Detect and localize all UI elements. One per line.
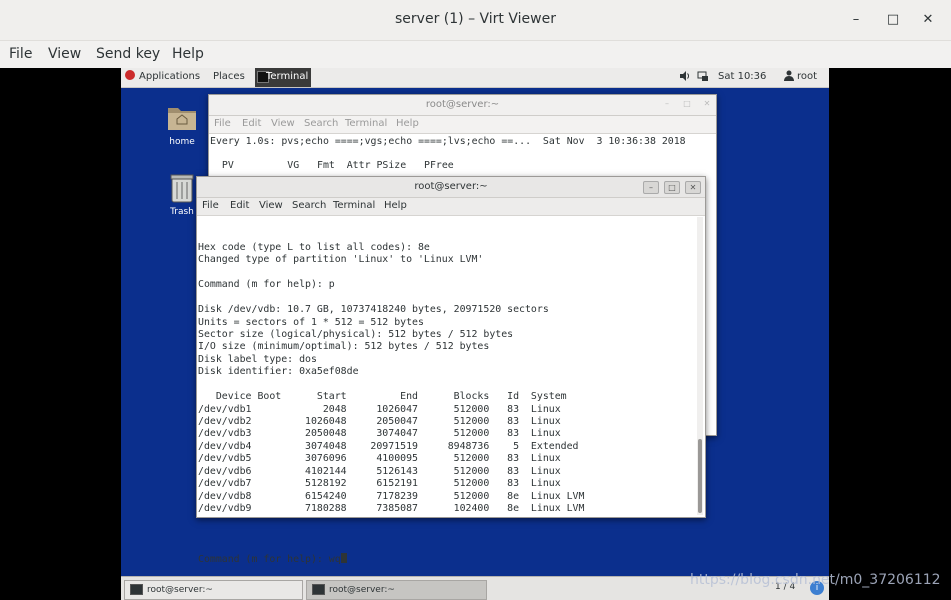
task-root-1[interactable]: root@server:~ bbox=[124, 580, 303, 600]
bg-minimize-icon[interactable]: – bbox=[661, 99, 673, 109]
fg-terminal-line: /dev/vdb7 5128192 6152191 512000 83 Linu… bbox=[198, 478, 561, 490]
home-desktop-icon[interactable]: home bbox=[157, 102, 207, 147]
fg-terminal-line: Disk identifier: 0xa5ef08de bbox=[198, 366, 359, 378]
fg-menu-file[interactable]: File bbox=[202, 200, 219, 211]
fg-terminal-line: I/O size (minimum/optimal): 512 bytes / … bbox=[198, 341, 490, 353]
fg-terminal-line: /dev/vdb6 4102144 5126143 512000 83 Linu… bbox=[198, 465, 561, 477]
terminal-app-label: Terminal bbox=[266, 71, 309, 82]
maximize-button[interactable]: □ bbox=[883, 10, 903, 30]
bg-terminal-output: Every 1.0s: pvs;echo ====;vgs;echo ====;… bbox=[209, 134, 716, 173]
fg-terminal-line: Hex code (type L to list all codes): 8e bbox=[198, 241, 430, 253]
bg-menu-search[interactable]: Search bbox=[304, 118, 338, 129]
volume-icon[interactable] bbox=[679, 70, 691, 85]
fg-menu-search[interactable]: Search bbox=[292, 200, 326, 211]
fg-terminal-line bbox=[198, 379, 696, 391]
gnome-top-bar: Applications Places Terminal Sat 10:36 r… bbox=[121, 68, 829, 88]
fg-terminal-line: /dev/vdb1 2048 1026047 512000 83 Linux bbox=[198, 403, 561, 415]
bg-maximize-icon[interactable]: □ bbox=[681, 99, 693, 109]
minimize-button[interactable]: – bbox=[846, 10, 866, 30]
fg-terminal-line: /dev/vdb3 2050048 3074047 512000 83 Linu… bbox=[198, 428, 561, 440]
home-label: home bbox=[169, 137, 195, 147]
bg-terminal-menubar: File Edit View Search Terminal Help bbox=[209, 116, 716, 134]
fg-terminal-prompt[interactable]: Command (m for help): wq bbox=[198, 552, 696, 566]
fg-prompt-text: Command (m for help): wq bbox=[198, 553, 341, 565]
fg-menu-view[interactable]: View bbox=[259, 200, 283, 211]
fg-terminal-line: Device Boot Start End Blocks Id System bbox=[198, 391, 567, 403]
fg-terminal-line bbox=[198, 267, 696, 279]
bg-terminal-line: PV VG Fmt Attr PSize PFree bbox=[210, 160, 454, 172]
terminal-icon bbox=[312, 584, 325, 595]
fg-terminal-line bbox=[198, 292, 696, 304]
foreground-terminal-window[interactable]: root@server:~ – □ ✕ File Edit View Searc… bbox=[196, 176, 706, 565]
folder-icon bbox=[168, 108, 196, 130]
window-title: server (1) – Virt Viewer bbox=[395, 11, 556, 27]
bg-terminal-line bbox=[210, 148, 716, 160]
fg-terminal-line: /dev/vdb9 7180288 7385087 102400 8e Linu… bbox=[198, 503, 585, 515]
fg-maximize-icon[interactable]: □ bbox=[664, 181, 680, 194]
menu-send-key[interactable]: Send key bbox=[96, 46, 160, 62]
window-titlebar: server (1) – Virt Viewer – □ ✕ bbox=[0, 0, 951, 41]
fg-scrollbar-thumb[interactable] bbox=[698, 439, 702, 513]
clock[interactable]: Sat 10:36 bbox=[718, 71, 766, 82]
trash-icon bbox=[170, 174, 194, 203]
fg-menu-help[interactable]: Help bbox=[384, 200, 407, 211]
fg-terminal-line bbox=[198, 516, 696, 528]
guest-desktop[interactable]: Applications Places Terminal Sat 10:36 r… bbox=[121, 68, 829, 600]
fg-terminal-line: /dev/vdb5 3076096 4100095 512000 83 Linu… bbox=[198, 453, 561, 465]
places-menu[interactable]: Places bbox=[213, 71, 245, 82]
fg-terminal-line: Units = sectors of 1 * 512 = 512 bytes bbox=[198, 316, 424, 328]
menu-help[interactable]: Help bbox=[172, 46, 204, 62]
fg-terminal-line: Command (m for help): p bbox=[198, 279, 335, 291]
menu-file[interactable]: File bbox=[9, 46, 32, 62]
fg-menu-terminal[interactable]: Terminal bbox=[333, 200, 375, 211]
network-icon[interactable] bbox=[697, 70, 709, 85]
bg-menu-edit[interactable]: Edit bbox=[242, 118, 261, 129]
applications-menu[interactable]: Applications bbox=[139, 71, 200, 82]
bg-menu-file[interactable]: File bbox=[214, 118, 231, 129]
fg-terminal-line: Disk label type: dos bbox=[198, 353, 317, 365]
task-label: root@server:~ bbox=[147, 585, 213, 595]
bg-terminal-line: Every 1.0s: pvs;echo ====;vgs;echo ====;… bbox=[210, 136, 686, 147]
fg-terminal-line: Changed type of partition 'Linux' to 'Li… bbox=[198, 254, 484, 266]
menu-view[interactable]: View bbox=[48, 46, 81, 62]
terminal-active-app[interactable]: Terminal bbox=[255, 68, 311, 87]
cursor bbox=[340, 552, 347, 563]
bg-menu-help[interactable]: Help bbox=[396, 118, 419, 129]
bg-terminal-title: root@server:~ bbox=[425, 99, 500, 110]
viewer-menubar: File View Send key Help bbox=[0, 41, 951, 68]
fg-menu-edit[interactable]: Edit bbox=[230, 200, 249, 211]
close-button[interactable]: ✕ bbox=[918, 10, 938, 30]
fg-terminal-titlebar: root@server:~ – □ ✕ bbox=[197, 177, 705, 198]
fg-terminal-lines: Hex code (type L to list all codes): 8e C… bbox=[198, 242, 696, 528]
bg-menu-view[interactable]: View bbox=[271, 118, 295, 129]
fg-terminal-output[interactable]: Hex code (type L to list all codes): 8e C… bbox=[197, 217, 696, 565]
fg-terminal-line: /dev/vdb2 1026048 2050047 512000 83 Linu… bbox=[198, 416, 561, 428]
fg-close-icon[interactable]: ✕ bbox=[685, 181, 701, 194]
fg-scrollbar-track[interactable] bbox=[697, 217, 703, 515]
bg-close-icon[interactable]: ✕ bbox=[701, 99, 713, 109]
fg-terminal-title: root@server:~ bbox=[414, 181, 488, 192]
terminal-icon bbox=[130, 584, 143, 595]
fg-terminal-line: Sector size (logical/physical): 512 byte… bbox=[198, 328, 514, 340]
fg-terminal-line: Disk /dev/vdb: 10.7 GB, 10737418240 byte… bbox=[198, 304, 549, 316]
fg-minimize-icon[interactable]: – bbox=[643, 181, 659, 194]
fg-terminal-line: /dev/vdb4 3074048 20971519 8948736 5 Ext… bbox=[198, 440, 579, 452]
redhat-logo-icon bbox=[125, 70, 135, 80]
task-label: root@server:~ bbox=[329, 585, 395, 595]
task-root-2[interactable]: root@server:~ bbox=[306, 580, 487, 600]
watermark-text: https://blog.csdn.net/m0_37206112 bbox=[690, 572, 941, 588]
user-menu[interactable]: root bbox=[797, 71, 817, 82]
bg-menu-terminal[interactable]: Terminal bbox=[345, 118, 387, 129]
bg-terminal-titlebar: root@server:~ – □ ✕ bbox=[209, 95, 716, 116]
user-icon[interactable] bbox=[784, 70, 794, 84]
fg-terminal-menubar: File Edit View Search Terminal Help bbox=[197, 198, 705, 216]
fg-terminal-line: /dev/vdb8 6154240 7178239 512000 8e Linu… bbox=[198, 490, 585, 502]
